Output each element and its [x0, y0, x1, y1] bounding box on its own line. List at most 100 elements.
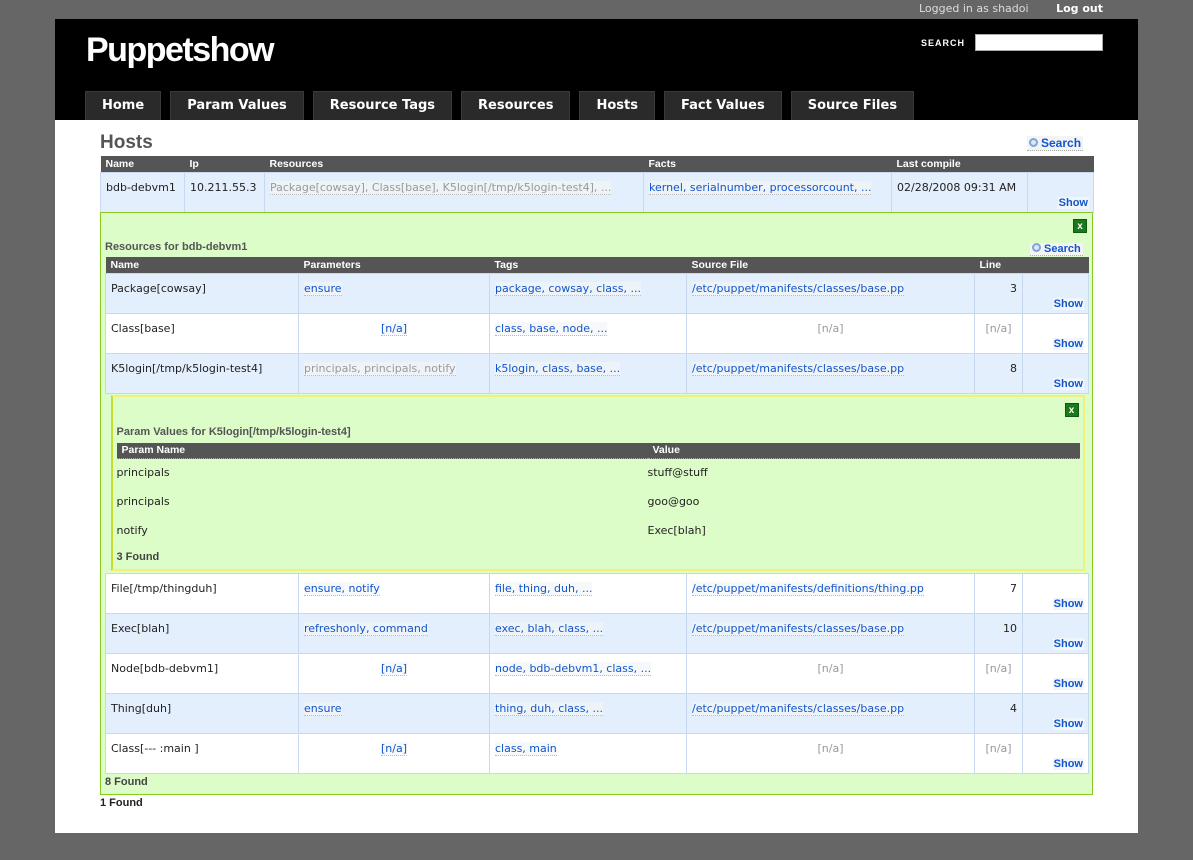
resource-tags-link[interactable]: node, bdb-debvm1, class, ...	[495, 661, 652, 676]
table-row: principals goo@goo	[116, 487, 1080, 517]
content: Hosts Search Name Ip Resources Facts Las…	[55, 120, 1138, 833]
param-values-row: x Param Values for K5login[/tmp/k5login-…	[105, 393, 1089, 573]
resource-tags-link[interactable]: exec, blah, class, ...	[495, 621, 604, 636]
col-name[interactable]: Name	[100, 156, 185, 173]
main-nav: Home Param Values Resource Tags Resource…	[85, 91, 923, 120]
table-row: bdb-debvm1 10.211.55.3 Package[cowsay], …	[100, 171, 1094, 213]
resources-table: Name Parameters Tags Source File Line Pa…	[105, 257, 1089, 774]
show-button[interactable]: Show	[1052, 677, 1084, 690]
table-row: K5login[/tmp/k5login-test4] principals, p…	[105, 352, 1089, 394]
show-button[interactable]: Show	[1052, 337, 1084, 350]
resource-file-link[interactable]: /etc/puppet/manifests/definitions/thing.…	[692, 581, 924, 596]
close-resources-button[interactable]: x	[1073, 219, 1087, 233]
resource-params-link[interactable]: ensure, notify	[304, 581, 380, 596]
param-name: principals	[116, 487, 648, 517]
search-link-label: Search	[1041, 136, 1082, 150]
resource-name: Class[base]	[105, 312, 299, 354]
params-title: Param Values for K5login[/tmp/k5login-te…	[116, 425, 351, 438]
col-last-compile[interactable]: Last compile	[891, 156, 1028, 173]
logo[interactable]: Puppetshow	[86, 31, 275, 70]
resource-name: Package[cowsay]	[105, 272, 299, 314]
host-facts-link[interactable]: kernel, serialnumber, processorcount, ..…	[649, 180, 872, 195]
host-resources-link[interactable]: Package[cowsay], Class[base], K5login[/t…	[270, 180, 612, 195]
col-ip[interactable]: Ip	[184, 156, 265, 173]
col-source-file[interactable]: Source File	[686, 257, 975, 274]
param-value: stuff@stuff	[647, 458, 1080, 488]
show-button[interactable]: Show	[1052, 377, 1084, 390]
resource-line: [n/a]	[974, 652, 1023, 694]
resource-tags-link[interactable]: package, cowsay, class, ...	[495, 281, 641, 296]
table-row: Package[cowsay] ensure package, cowsay, cl…	[105, 272, 1089, 314]
resource-params-link[interactable]: principals, principals, notify	[304, 361, 456, 376]
tab-resource-tags[interactable]: Resource Tags	[312, 91, 453, 120]
show-button[interactable]: Show	[1052, 717, 1084, 730]
col-facts[interactable]: Facts	[643, 156, 892, 173]
resource-tags-link[interactable]: file, thing, duh, ...	[495, 581, 593, 596]
table-row: Node[bdb-debvm1] [n/a] node, bdb-debvm1, c…	[105, 652, 1089, 694]
page-title: Hosts	[100, 132, 153, 153]
resource-file-link[interactable]: /etc/puppet/manifests/classes/base.pp	[692, 281, 905, 296]
logged-in-text: Logged in as shadoi	[918, 2, 1029, 15]
resource-params-link[interactable]: ensure	[304, 281, 342, 296]
tab-fact-values[interactable]: Fact Values	[663, 91, 782, 120]
param-value: Exec[blah]	[647, 516, 1080, 546]
params-found-count: 3 Found	[116, 550, 160, 563]
table-row: Exec[blah] refreshonly, command exec, blah…	[105, 612, 1089, 654]
resource-params-link[interactable]: [n/a]	[380, 741, 407, 756]
param-value: goo@goo	[647, 487, 1080, 517]
tab-hosts[interactable]: Hosts	[579, 91, 655, 120]
hosts-found-count: 1 Found	[100, 797, 143, 809]
col-parameters[interactable]: Parameters	[298, 257, 490, 274]
col-tags[interactable]: Tags	[489, 257, 687, 274]
resource-params-link[interactable]: [n/a]	[380, 661, 407, 676]
show-button[interactable]: Show	[1052, 297, 1084, 310]
close-params-button[interactable]: x	[1064, 402, 1079, 417]
show-button[interactable]: Show	[1052, 637, 1084, 650]
resources-panel: x Resources for bdb-debvm1 Search Name P…	[100, 212, 1093, 795]
col-name[interactable]: Name	[105, 257, 299, 274]
resource-file-link[interactable]: /etc/puppet/manifests/classes/base.pp	[692, 621, 905, 636]
resource-tags-link[interactable]: class, main	[495, 741, 557, 756]
resource-line: 10	[974, 612, 1023, 654]
col-actions	[1022, 257, 1089, 274]
tab-param-values[interactable]: Param Values	[170, 91, 304, 120]
resources-found-count: 8 Found	[105, 776, 148, 788]
table-row: Thing[duh] ensure thing, duh, class, ... /e…	[105, 692, 1089, 734]
resource-tags-link[interactable]: k5login, class, base, ...	[495, 361, 621, 376]
tab-home[interactable]: Home	[85, 91, 162, 120]
resource-params-link[interactable]: refreshonly, command	[304, 621, 428, 636]
header: Puppetshow SEARCH Home Param Values Reso…	[55, 19, 1138, 120]
hosts-search-link[interactable]: Search	[1027, 136, 1084, 151]
search-label: SEARCH	[921, 38, 966, 48]
resources-search-link[interactable]: Search	[1030, 243, 1083, 256]
host-ip: 10.211.55.3	[184, 171, 265, 213]
resource-tags-link[interactable]: thing, duh, class, ...	[495, 701, 603, 716]
resource-name: Class[--- :main ]	[105, 732, 299, 774]
table-row: File[/tmp/thingduh] ensure, notify file, t…	[105, 572, 1089, 614]
param-values-panel: x Param Values for K5login[/tmp/k5login-…	[110, 394, 1085, 571]
resource-file-link[interactable]: /etc/puppet/manifests/classes/base.pp	[692, 361, 905, 376]
resource-file: [n/a]	[686, 312, 975, 354]
show-button[interactable]: Show	[1057, 196, 1089, 209]
col-resources[interactable]: Resources	[264, 156, 644, 173]
resource-tags-link[interactable]: class, base, node, ...	[495, 321, 608, 336]
tab-source-files[interactable]: Source Files	[790, 91, 915, 120]
col-line[interactable]: Line	[974, 257, 1023, 274]
resource-file-link[interactable]: /etc/puppet/manifests/classes/base.pp	[692, 701, 905, 716]
show-button[interactable]: Show	[1052, 757, 1084, 770]
resource-line: 3	[974, 272, 1023, 314]
host-name: bdb-debvm1	[100, 171, 185, 213]
tab-resources[interactable]: Resources	[461, 91, 571, 120]
col-value[interactable]: Value	[647, 442, 1080, 459]
resources-title: Resources for bdb-debvm1	[105, 241, 248, 253]
col-param-name[interactable]: Param Name	[116, 442, 648, 459]
show-button[interactable]: Show	[1052, 597, 1084, 610]
resource-params-link[interactable]: [n/a]	[380, 321, 407, 336]
logout-link[interactable]: Log out	[1056, 2, 1103, 15]
resource-name: Node[bdb-debvm1]	[105, 652, 299, 694]
search-input[interactable]	[975, 34, 1103, 51]
param-name: notify	[116, 516, 648, 546]
resource-params-link[interactable]: ensure	[304, 701, 342, 716]
resource-file: [n/a]	[686, 652, 975, 694]
magnifier-icon	[1029, 138, 1038, 147]
